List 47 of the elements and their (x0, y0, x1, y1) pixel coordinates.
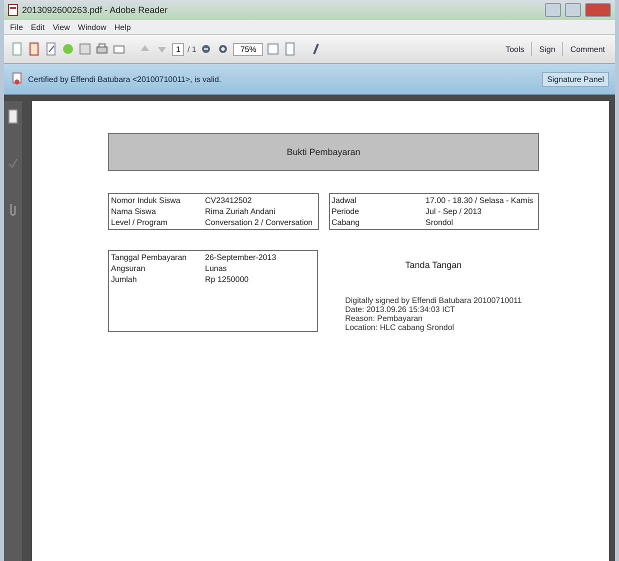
signature-title: Tanda Tangan (405, 260, 462, 270)
certification-message: Certified by Effendi Batubara <20100710011>, is valid. (28, 74, 222, 84)
signature-panel-button[interactable]: Signature Panel (542, 72, 609, 86)
field-label: Nama Siswa (111, 207, 157, 216)
field-value: Srondol (426, 218, 454, 227)
field-label: Jadwal (332, 196, 358, 205)
field-label: Nomor Induk Siswa (111, 196, 182, 205)
field-label: Angsuran (111, 264, 146, 273)
document-icon (8, 4, 18, 16)
field-label: Periode (332, 207, 360, 216)
menu-item[interactable]: Window (78, 22, 106, 32)
certificate-icon (10, 72, 24, 86)
document-heading: Bukti Pembayaran (108, 133, 539, 171)
field-value: CV23412502 (205, 196, 252, 205)
menu-item[interactable]: Edit (30, 22, 45, 32)
field-value: 17.00 - 18.30 / Selasa - Kamis (426, 196, 534, 205)
field-label: Level / Program (111, 218, 168, 227)
toolbar-link[interactable]: Comment (566, 44, 609, 54)
field-label: Jumlah (111, 275, 138, 284)
menu-item[interactable]: File (10, 22, 23, 32)
field-value: Rima Zuriah Andani (205, 207, 276, 216)
field-value: Lunas (205, 264, 227, 273)
page-number-field[interactable]: 1 (172, 42, 184, 56)
signature-detail: Date: 2013.09.26 15:34:03 ICT (345, 305, 456, 314)
window-title: 2013092600263.pdf - Adobe Reader (22, 5, 168, 15)
toolbar-link[interactable]: Sign (535, 44, 560, 54)
zoom-field[interactable]: 75% (233, 42, 264, 56)
signature-detail: Reason: Pembayaran (345, 314, 424, 323)
field-value: 26-September-2013 (205, 253, 276, 262)
field-value: Conversation 2 / Conversation (205, 218, 313, 227)
pdf-icon[interactable] (27, 42, 41, 56)
signature-detail: Digitally signed by Effendi Batubara 20100710011 (345, 296, 522, 305)
menu-item[interactable]: Help (114, 22, 131, 32)
print-icon[interactable] (95, 42, 109, 56)
field-value: Rp 1250000 (205, 275, 249, 284)
field-label: Cabang (332, 218, 361, 227)
pages-icon[interactable] (7, 109, 19, 125)
file-icon[interactable] (10, 42, 24, 56)
signature-detail: Location: HLC cabang Srondol (345, 323, 456, 332)
field-label: Tanggal Pembayaran (111, 253, 188, 262)
page-count: / 1 (187, 44, 196, 54)
menu-item[interactable]: View (52, 22, 70, 32)
field-value: Jul - Sep / 2013 (426, 207, 482, 216)
edit-icon[interactable] (44, 42, 58, 56)
toolbar-link[interactable]: Tools (502, 44, 528, 54)
minimize-button[interactable] (545, 3, 561, 17)
maximize-button[interactable] (565, 3, 581, 17)
